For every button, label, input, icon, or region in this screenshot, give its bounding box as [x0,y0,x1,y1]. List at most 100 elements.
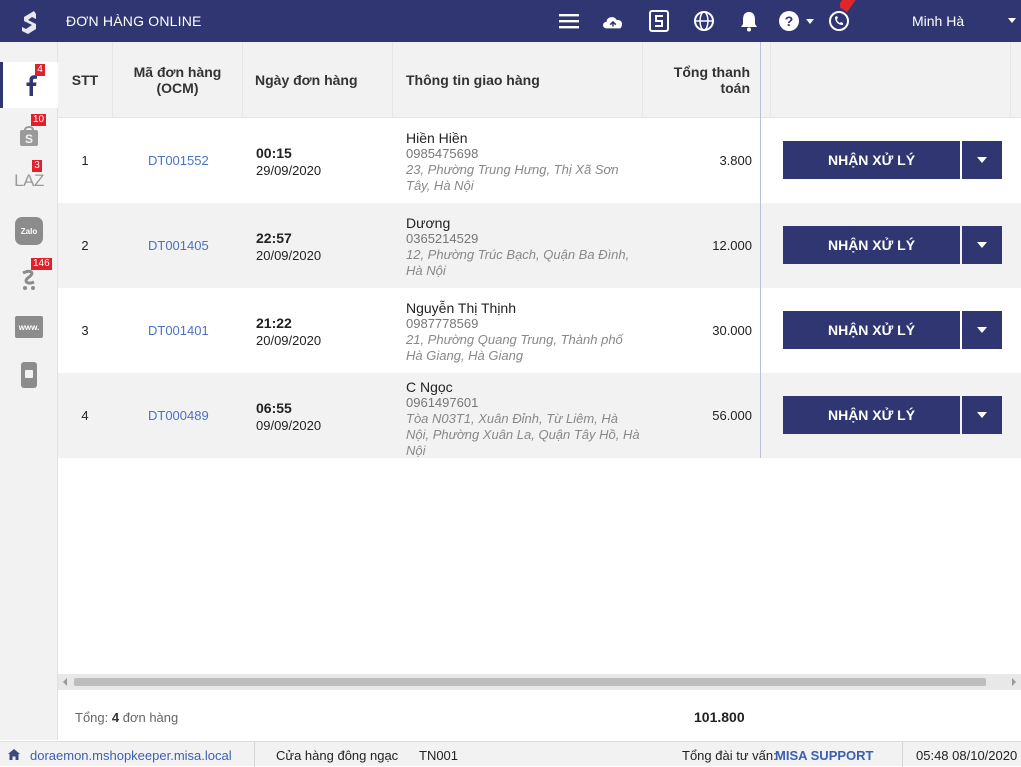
help-caret-icon[interactable] [806,19,814,24]
footer-datetime: 05:48 08/10/2020 [916,748,1018,763]
order-count-summary: Tổng: 4 đơn hàng [75,710,178,725]
sidebar-item-facebook[interactable]: 4 [0,62,58,108]
currency-icon[interactable] [647,9,671,33]
chevron-down-icon [977,412,987,418]
customer-phone: 0961497601 [406,395,479,410]
new-label: New [840,0,870,13]
order-total: 3.800 [719,153,752,168]
sendo-badge: 146 [31,258,52,270]
order-time: 06:55 [256,400,292,416]
customer-address: 23, Phường Trung Hưng, Thị Xã Sơn Tây, H… [406,162,619,193]
scroll-left-icon[interactable] [63,678,67,686]
order-table: STT Mã đơn hàng (OCM) Ngày đơn hàng Thôn… [58,42,1021,458]
customer-address: 12, Phường Trúc Bạch, Quận Ba Đình, Hà N… [406,247,630,278]
col-order-date: Ngày đơn hàng [243,42,393,118]
zalo-label: Zalo [20,226,38,236]
domain-link[interactable]: doraemon.mshopkeeper.misa.local [30,748,232,763]
store-name: Cửa hàng đông ngạc [276,748,399,763]
row-stt: 2 [81,238,89,253]
action-dropdown-button[interactable] [962,141,1002,179]
table-row: 2 DT001405 22:57 20/09/2020 Dương 036521… [58,203,1021,288]
summary-prefix: Tổng: [75,710,109,725]
action-dropdown-button[interactable] [962,396,1002,434]
order-code-link[interactable]: DT000489 [148,408,209,423]
col-order-code: Mã đơn hàng (OCM) [113,42,243,118]
store-code: TN001 [419,748,459,763]
order-total: 30.000 [712,323,752,338]
frozen-column-divider [760,42,761,458]
customer-name: Nguyễn Thị Thịnh [406,300,516,316]
customer-address: Tòa N03T1, Xuân Đỉnh, Từ Liêm, Hà Nội, P… [406,411,640,458]
footer-divider [254,742,255,767]
sidebar-item-app[interactable] [0,352,58,398]
customer-phone: 0365214529 [406,231,479,246]
status-footer: doraemon.mshopkeeper.misa.local Cửa hàng… [0,741,1021,767]
sendo-icon [22,269,35,290]
row-stt: 3 [81,323,89,338]
col-shipping-info: Thông tin giao hàng [393,42,643,118]
order-date: 29/09/2020 [256,163,322,178]
app-logo-icon[interactable] [16,8,42,34]
table-row: 4 DT000489 06:55 09/09/2020 C Ngọc 09614… [58,373,1021,458]
lazada-badge: 3 [32,160,42,172]
sidebar-item-sendo[interactable]: 146 [0,256,58,302]
order-code-link[interactable]: DT001401 [148,323,209,338]
globe-icon[interactable] [692,9,716,33]
chevron-down-icon [977,242,987,248]
zalo-icon: Zalo [15,217,43,245]
row-stt: 1 [81,153,89,168]
sidebar-item-lazada[interactable]: LAZ 3 [0,158,58,204]
order-code-link[interactable]: DT001552 [148,153,209,168]
customer-phone: 0987778569 [406,316,479,331]
facebook-icon [26,75,37,96]
accept-order-button[interactable]: NHẬN XỬ LÝ [783,311,960,349]
lazada-logo: LAZ [14,171,44,190]
table-row: 1 DT001552 00:15 29/09/2020 Hiền Hiền 09… [58,118,1021,203]
shopee-bag-icon: S [20,126,38,146]
action-dropdown-button[interactable] [962,311,1002,349]
chevron-down-icon [977,157,987,163]
scroll-right-icon[interactable] [1012,678,1016,686]
svg-text:?: ? [785,13,794,29]
customer-name: Hiền Hiền [406,130,468,146]
website-icon: www. [15,316,43,338]
shopee-badge: 10 [31,114,47,126]
col-action [771,42,1011,118]
action-dropdown-button[interactable] [962,226,1002,264]
customer-address: 21, Phường Quang Trung, Thành phố Hà Gia… [406,332,623,363]
help-icon[interactable]: ? [777,9,801,33]
menu-icon[interactable] [557,9,581,33]
home-icon[interactable] [8,749,20,760]
accept-order-button[interactable]: NHẬN XỬ LÝ [783,226,960,264]
order-time: 00:15 [256,145,292,161]
user-name[interactable]: Minh Hà [912,13,964,29]
horizontal-scrollbar[interactable] [58,674,1021,690]
sidebar-item-website[interactable]: www. [0,304,58,350]
user-menu-caret-icon[interactable] [1008,18,1016,23]
col-total: Tổng thanh toán [643,42,771,118]
mobile-app-icon [21,362,37,388]
misa-support-link[interactable]: MISA SUPPORT [775,748,873,763]
customer-name: C Ngọc [406,379,453,395]
new-ribbon-badge: New [840,0,870,32]
table-row: 3 DT001401 21:22 20/09/2020 Nguyễn Thị T… [58,288,1021,373]
table-header: STT Mã đơn hàng (OCM) Ngày đơn hàng Thôn… [58,42,1021,118]
website-label: www. [18,322,40,332]
cloud-sync-icon[interactable] [601,9,625,33]
facebook-badge: 4 [35,64,45,76]
order-time: 22:57 [256,230,292,246]
row-stt: 4 [81,408,89,423]
top-header: ĐƠN HÀNG ONLINE ? New Minh Hà [0,0,1021,42]
sidebar-item-zalo[interactable]: Zalo [0,208,58,254]
notification-bell-icon[interactable] [737,9,761,33]
footer-divider [902,742,903,767]
scrollbar-thumb[interactable] [74,678,986,686]
order-code-link[interactable]: DT001405 [148,238,209,253]
order-total: 12.000 [712,238,752,253]
accept-order-button[interactable]: NHẬN XỬ LÝ [783,396,960,434]
order-time: 21:22 [256,315,292,331]
order-date: 20/09/2020 [256,333,322,348]
chevron-down-icon [977,327,987,333]
sidebar-item-shopee[interactable]: S 10 [0,112,58,158]
accept-order-button[interactable]: NHẬN XỬ LÝ [783,141,960,179]
